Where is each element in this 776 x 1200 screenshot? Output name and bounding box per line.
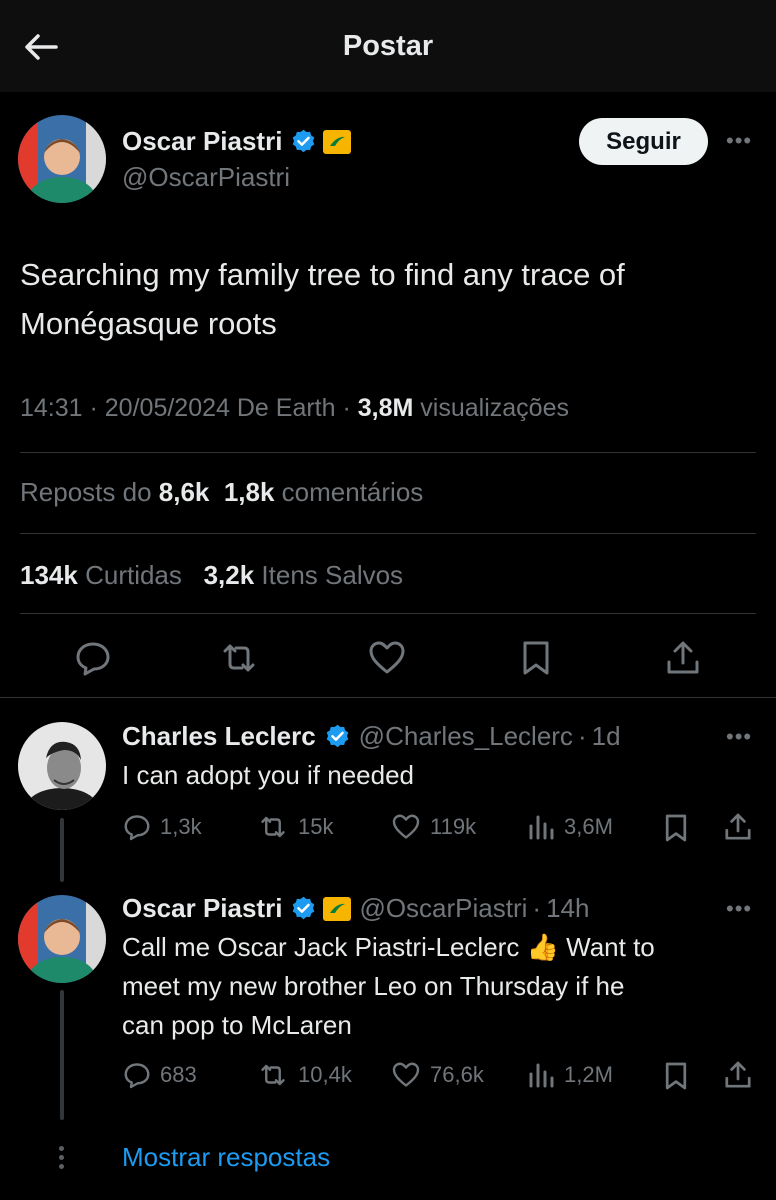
reply-icon	[124, 1063, 150, 1089]
avatar-image	[18, 722, 106, 810]
avatar-image	[18, 895, 106, 983]
repost-icon	[261, 816, 285, 838]
more-options-icon[interactable]: •••	[726, 896, 752, 922]
page-title: Postar	[342, 30, 434, 62]
reposts-count: 8,6k	[158, 477, 210, 507]
author-name[interactable]: Oscar Piastri	[122, 126, 282, 157]
saves-label: Itens Salvos	[261, 560, 404, 590]
reply-name-row: Oscar Piastri @OscarPiastri · 14h	[122, 893, 589, 924]
reposts-comments-stats: Reposts do 8,6k 1,8k comentários	[20, 477, 423, 508]
author-name-row: Oscar Piastri	[122, 126, 352, 157]
share-icon[interactable]	[663, 638, 703, 678]
reply-author-name[interactable]: Oscar Piastri	[122, 893, 282, 924]
reply-reply-button[interactable]: 683	[122, 1060, 197, 1090]
reply-repost-button[interactable]: 15k	[256, 812, 333, 842]
reply-like-button[interactable]: 76,6k	[390, 1060, 484, 1090]
comments-stat[interactable]: 1,8k comentários	[224, 477, 423, 507]
reply-author-name[interactable]: Charles Leclerc	[122, 721, 316, 752]
reply-text-line: meet my new brother Leo on Thursday if h…	[122, 971, 625, 1001]
bookmark-icon[interactable]	[660, 1060, 692, 1092]
likes-count: 134k	[20, 560, 78, 590]
thread-line	[60, 990, 64, 1120]
like-icon	[392, 1062, 420, 1087]
reply-like-button[interactable]: 119k	[390, 812, 476, 842]
reposts-stat[interactable]: Reposts do 8,6k	[20, 477, 209, 507]
separator-dot: ·	[577, 721, 587, 751]
views-count: 1,2M	[564, 1062, 613, 1087]
share-icon[interactable]	[722, 1059, 754, 1091]
repost-count: 10,4k	[298, 1062, 352, 1087]
avatar[interactable]	[18, 722, 106, 810]
tweet-source: De Earth	[236, 394, 336, 422]
tweet-date[interactable]: 20/05/2024	[105, 394, 230, 422]
divider	[20, 613, 756, 614]
views-icon	[529, 1063, 554, 1088]
avatar-image	[18, 115, 106, 203]
like-icon	[392, 814, 420, 839]
mclaren-affiliate-badge-icon	[323, 896, 352, 921]
mclaren-affiliate-badge-icon	[323, 129, 352, 154]
separator-dot: ·	[532, 893, 542, 923]
like-count: 119k	[430, 814, 477, 839]
comments-count: 1,8k	[223, 477, 275, 507]
reply-text: Call me Oscar Jack Piastri-Leclerc 👍 Wan…	[122, 928, 742, 1045]
repost-count: 15k	[298, 814, 334, 839]
thread-line	[60, 818, 64, 882]
more-options-icon[interactable]: •••	[726, 128, 752, 154]
bookmark-icon[interactable]	[660, 812, 692, 844]
views-icon	[529, 815, 554, 840]
reply-text: I can adopt you if needed	[122, 760, 415, 790]
divider	[20, 533, 756, 534]
likes-stat[interactable]: 134k Curtidas	[20, 560, 182, 590]
tweet-meta: 14:31 · 20/05/2024 De Earth · 3,8M visua…	[20, 394, 569, 422]
reply-author-handle[interactable]: @OscarPiastri	[359, 893, 527, 924]
verified-badge-icon	[293, 129, 315, 153]
verified-badge-icon	[293, 896, 315, 920]
tweet-text: Searching my family tree to find any tra…	[20, 257, 625, 341]
bookmark-icon[interactable]	[516, 638, 556, 678]
reply-count: 683	[160, 1062, 197, 1087]
follow-button[interactable]: Seguir	[579, 118, 708, 165]
tweet-time[interactable]: 14:31	[20, 394, 83, 422]
repost-icon[interactable]	[219, 638, 259, 678]
saves-stat[interactable]: 3,2k Itens Salvos	[204, 560, 403, 590]
reply-views-button[interactable]: 1,2M	[526, 1060, 613, 1090]
verified-badge-icon	[326, 724, 348, 748]
like-count: 76,6k	[430, 1062, 484, 1087]
comments-label: comentários	[281, 477, 424, 507]
reply-views-button[interactable]: 3,6M	[526, 812, 613, 842]
avatar[interactable]	[18, 895, 106, 983]
reply-count: 1,3k	[160, 814, 202, 839]
reposts-label: Reposts do	[20, 477, 152, 507]
reply-author-handle[interactable]: @Charles_Leclerc	[359, 721, 573, 752]
avatar[interactable]	[18, 115, 106, 203]
likes-saves-stats: 134k Curtidas 3,2k Itens Salvos	[20, 560, 403, 591]
reply-text-line: Call me Oscar Jack Piastri-Leclerc 👍 Wan…	[122, 932, 655, 962]
thread-continuation-dots-icon	[58, 1146, 66, 1173]
likes-label: Curtidas	[85, 560, 182, 590]
share-icon[interactable]	[722, 811, 754, 843]
repost-icon	[261, 1064, 285, 1086]
reply-icon[interactable]	[73, 638, 113, 678]
reply-repost-button[interactable]: 10,4k	[256, 1060, 352, 1090]
reply-reply-button[interactable]: 1,3k	[122, 812, 202, 842]
show-replies-link[interactable]: Mostrar respostas	[122, 1142, 330, 1173]
reply-text-line: can pop to McLaren	[122, 1010, 352, 1040]
reply-time[interactable]: 14h	[546, 893, 589, 924]
divider	[0, 697, 776, 698]
reply-time[interactable]: 1d	[592, 721, 621, 752]
views-count: 3,6M	[564, 814, 613, 839]
more-options-icon[interactable]: •••	[726, 724, 752, 750]
divider	[20, 452, 756, 453]
reply-icon	[124, 815, 150, 841]
saves-count: 3,2k	[203, 560, 255, 590]
reply-name-row: Charles Leclerc @Charles_Leclerc · 1d	[122, 721, 621, 752]
views-count: 3,8M	[357, 394, 414, 422]
top-bar: Postar	[0, 0, 776, 92]
author-handle[interactable]: @OscarPiastri	[122, 162, 290, 193]
like-icon[interactable]	[367, 638, 407, 678]
views-label: visualizações	[420, 394, 569, 422]
